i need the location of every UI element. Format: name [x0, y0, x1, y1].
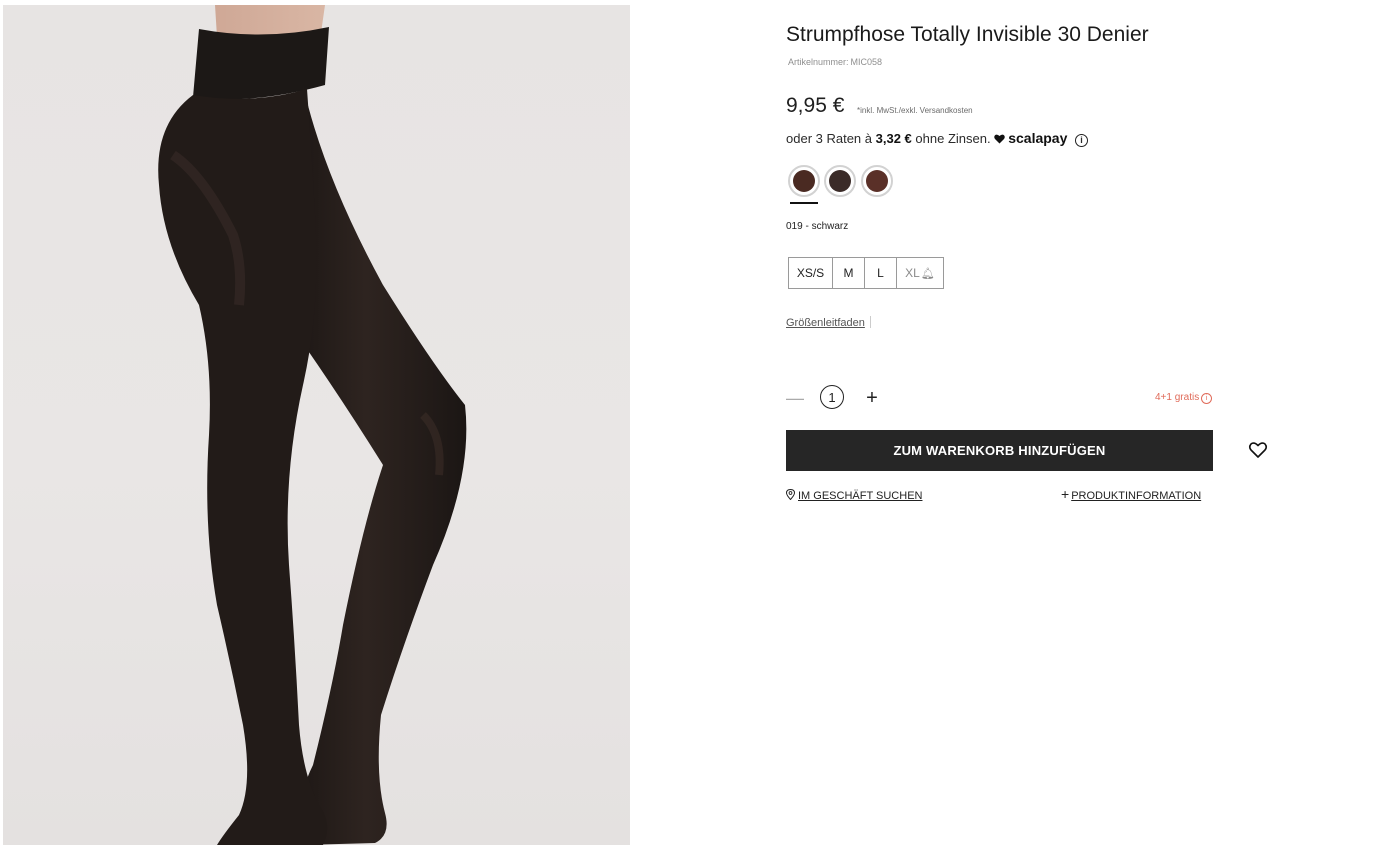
- size-option-m[interactable]: M: [833, 258, 865, 288]
- product-title: Strumpfhose Totally Invisible 30 Denier: [786, 23, 1149, 46]
- size-guide-link[interactable]: Größenleitfaden: [786, 316, 871, 329]
- size-xl-label: XL: [905, 266, 920, 280]
- promo-label[interactable]: 4+1 gratis i: [1155, 392, 1213, 404]
- info-circle-icon: i: [1201, 393, 1213, 404]
- installment-suffix: ohne Zinsen.: [915, 131, 991, 146]
- selected-swatch-indicator: [790, 202, 818, 204]
- color-swatch-2[interactable]: [824, 165, 856, 197]
- installment-info: oder 3 Raten à 3,32 € ohne Zinsen. scala…: [786, 130, 1089, 147]
- map-pin-icon: [785, 488, 796, 501]
- size-selector: XS/S M L XL 🔔︎: [788, 257, 944, 289]
- tights-illustration: [158, 5, 467, 845]
- heart-outline-icon[interactable]: [1248, 440, 1268, 460]
- sku-label: Artikelnummer:: [788, 57, 849, 67]
- tax-note: *inkl. MwSt./exkl. Versandkosten: [857, 106, 973, 115]
- size-guide-label: Größenleitfaden: [786, 317, 865, 329]
- info-circle-icon[interactable]: i: [1075, 134, 1089, 147]
- product-information-toggle[interactable]: + PRODUKTINFORMATION: [1061, 486, 1201, 502]
- quantity-increase-button[interactable]: +: [864, 388, 880, 408]
- installment-prefix: oder 3 Raten à: [786, 131, 873, 146]
- selected-color-name: 019 - schwarz: [786, 221, 849, 232]
- size-option-xl[interactable]: XL 🔔︎: [897, 258, 943, 288]
- size-option-l[interactable]: L: [865, 258, 897, 288]
- product-information-label: PRODUKTINFORMATION: [1071, 490, 1202, 502]
- promo-text: 4+1 gratis: [1155, 392, 1200, 403]
- bell-icon: 🔔︎: [920, 267, 935, 280]
- scalapay-logo: scalapay: [1008, 130, 1068, 146]
- color-swatches: [786, 165, 906, 210]
- divider: [869, 316, 871, 328]
- product-price: 9,95 €: [786, 94, 845, 117]
- add-to-cart-button[interactable]: ZUM WARENKORB HINZUFÜGEN: [786, 430, 1213, 471]
- color-swatch-1[interactable]: [788, 165, 820, 197]
- quantity-value[interactable]: 1: [820, 385, 844, 409]
- product-image[interactable]: [3, 5, 630, 845]
- product-sku: Artikelnummer: MIC058: [786, 57, 882, 67]
- quantity-decrease-button[interactable]: —: [786, 389, 804, 407]
- find-in-store-label: IM GESCHÄFT SUCHEN: [798, 490, 923, 502]
- size-option-xs-s[interactable]: XS/S: [789, 258, 833, 288]
- color-swatch-3[interactable]: [861, 165, 893, 197]
- scalapay-heart-icon: [994, 134, 1005, 144]
- find-in-store-link[interactable]: IM GESCHÄFT SUCHEN: [785, 488, 923, 502]
- installment-amount: 3,32 €: [875, 131, 912, 146]
- plus-icon: +: [1061, 486, 1070, 502]
- sku-value: MIC058: [850, 57, 883, 67]
